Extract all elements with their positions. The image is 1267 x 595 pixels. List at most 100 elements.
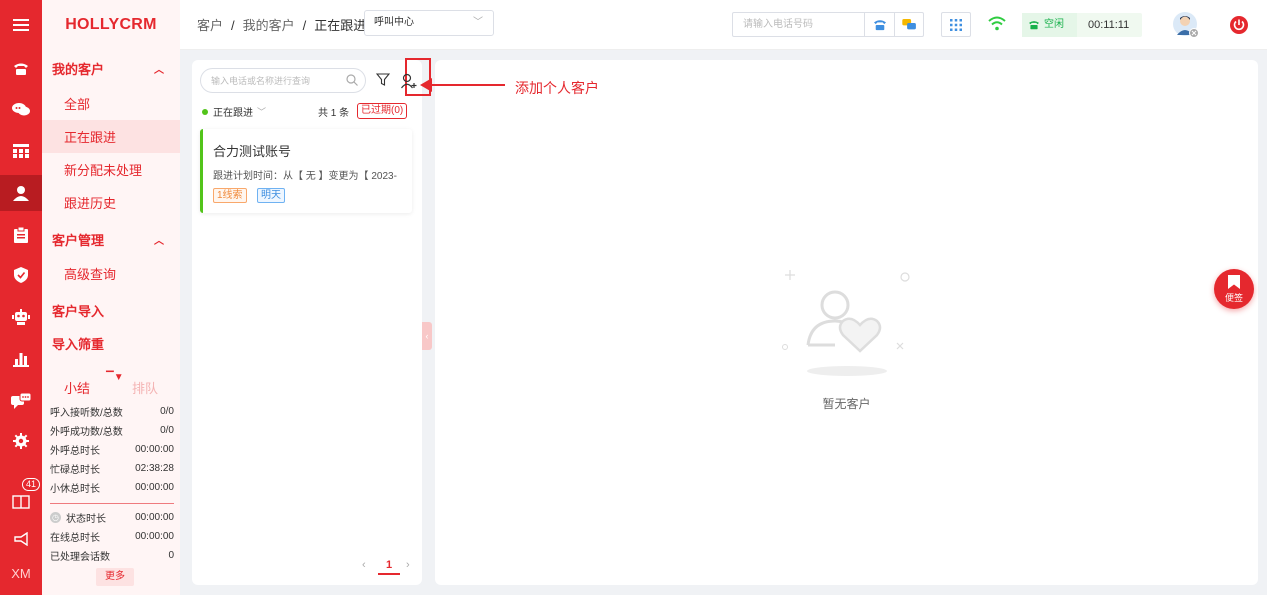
empty-customer-illustration <box>782 270 910 376</box>
avatar[interactable] <box>1173 12 1199 38</box>
clipboard-icon[interactable] <box>0 218 42 252</box>
channel-select[interactable]: 呼叫中心 ﹀ <box>364 10 494 36</box>
top-header: 客户 / 我的客户 / 正在跟进 呼叫中心 ﹀ 空闲 00:11:11 <box>180 0 1267 50</box>
stat-label: 忙碌总时长 <box>50 465 100 476</box>
page-number[interactable]: 1 <box>378 559 400 575</box>
breadcrumb-separator: / <box>302 18 307 33</box>
stat-row: 呼入接听数/总数 0/0 <box>50 402 174 421</box>
book-icon[interactable]: 41 <box>0 478 42 518</box>
stats-divider <box>50 503 174 504</box>
add-customer-icon[interactable] <box>401 73 417 89</box>
menu-icon[interactable] <box>0 8 42 42</box>
status-badge: 空闲 <box>1022 13 1077 37</box>
status-timer: 00:11:11 <box>1088 19 1130 31</box>
search-icon[interactable] <box>346 74 358 86</box>
stat-value: 0/0 <box>160 406 174 417</box>
message-icon[interactable] <box>0 384 42 418</box>
chevron-down-icon: ﹀ <box>473 17 483 28</box>
phone-dial-box <box>732 12 924 37</box>
next-page-icon[interactable]: › <box>406 559 410 571</box>
pagination: ‹ 1 › <box>362 559 410 575</box>
status-filter-dropdown[interactable]: 正在跟进 ﹀ <box>202 104 266 119</box>
customer-search-input[interactable] <box>201 69 341 92</box>
customer-name: 合力测试账号 <box>213 144 292 159</box>
customer-search <box>200 68 366 93</box>
wifi-icon <box>988 16 1006 31</box>
chat-bubbles-icon[interactable] <box>0 92 42 126</box>
tab-queue[interactable]: 排队 <box>132 378 158 397</box>
stat-label: 呼入接听数/总数 <box>50 408 123 419</box>
stat-value: 00:00:00 <box>135 531 174 542</box>
menu-group-my-customers[interactable]: 我的客户 ︿ <box>42 51 180 85</box>
stat-value: 00:00:00 <box>135 482 174 493</box>
stat-value: 0/0 <box>160 425 174 436</box>
sidebar-item-advanced-search[interactable]: 高级查询 <box>42 257 180 290</box>
chevron-up-icon: ︿ <box>154 236 164 247</box>
breadcrumb-item[interactable]: 客户 <box>197 18 223 33</box>
keypad-button[interactable] <box>941 12 971 37</box>
app-logo: HOLLYCRM <box>65 16 157 33</box>
customer-tag: 1线索 <box>213 188 247 203</box>
breadcrumb: 客户 / 我的客户 / 正在跟进 <box>197 15 366 34</box>
stat-value: 02:38:28 <box>135 463 174 474</box>
notification-badge: 41 <box>22 478 41 491</box>
drag-handle-icon[interactable]: ▔▼ <box>106 372 124 383</box>
chevron-down-icon: ﹀ <box>257 107 267 117</box>
menu-group-import-dedupe[interactable]: 导入筛重 <box>42 326 180 360</box>
stat-row: 已处理会话数 0 <box>50 546 174 565</box>
stat-label: 小休总时长 <box>50 484 100 495</box>
customer-tag: 明天 <box>257 188 285 203</box>
stat-row: ◷ 状态时长 00:00:00 <box>50 508 174 527</box>
sidebar-item-all[interactable]: 全部 <box>42 87 180 120</box>
prev-page-icon[interactable]: ‹ <box>362 559 366 571</box>
robot-icon[interactable] <box>0 300 42 334</box>
sidebar-item-follow-history[interactable]: 跟进历史 <box>42 186 180 219</box>
clock-icon: ◷ <box>50 512 61 523</box>
empty-state-text: 暂无客户 <box>822 397 871 411</box>
phone-number-input[interactable] <box>733 13 864 36</box>
expired-filter-button[interactable]: 已过期(0) <box>357 103 408 119</box>
breadcrumb-item[interactable]: 我的客户 <box>243 18 295 33</box>
chat-button[interactable] <box>894 13 924 36</box>
menu-group-customer-management[interactable]: 客户管理 ︿ <box>42 222 180 256</box>
megaphone-icon[interactable] <box>0 522 42 556</box>
shield-icon[interactable] <box>0 258 42 292</box>
chevron-up-icon: ︿ <box>154 65 164 76</box>
stat-label: 外呼成功数/总数 <box>50 427 123 438</box>
menu-group-customer-import[interactable]: 客户导入 <box>42 293 180 327</box>
annotation-arrow-line <box>425 84 505 86</box>
user-icon[interactable] <box>0 175 42 211</box>
collapse-panel-icon[interactable]: ‹ <box>422 322 432 350</box>
sticky-note-button[interactable]: 便签 <box>1214 269 1254 309</box>
rail-footer-label: XM <box>11 566 31 581</box>
stat-row: 外呼总时长 00:00:00 <box>50 440 174 459</box>
stat-value: 00:00:00 <box>135 512 174 523</box>
sidebar-item-following[interactable]: 正在跟进 <box>42 120 180 153</box>
grid-icon[interactable] <box>0 134 42 168</box>
more-button[interactable]: 更多 <box>96 568 134 586</box>
menu-group-label: 我的客户 <box>52 61 105 77</box>
keypad-icon <box>950 18 962 31</box>
list-count: 共 1 条 <box>318 108 350 119</box>
annotation-label: 添加个人客户 <box>515 80 599 96</box>
stat-value: 0 <box>168 550 174 561</box>
stat-label: 在线总时长 <box>50 533 100 544</box>
sidebar-item-new-assigned[interactable]: 新分配未处理 <box>42 153 180 186</box>
telephone-icon <box>1029 21 1039 30</box>
gear-icon[interactable] <box>0 424 42 458</box>
customer-list-panel: 正在跟进 ﹀ 共 1 条 已过期(0) 合力测试账号 跟进计划时间：从【 无 】… <box>192 58 431 585</box>
power-icon[interactable] <box>1230 16 1248 34</box>
tab-summary[interactable]: 小结 <box>64 378 90 397</box>
status-filter-label: 正在跟进 <box>213 108 253 119</box>
stat-label: 外呼总时长 <box>50 446 100 457</box>
customer-card[interactable]: 合力测试账号 跟进计划时间：从【 无 】变更为【 2023- 1线索 明天 <box>200 129 412 213</box>
dial-button[interactable] <box>864 13 894 36</box>
agent-status[interactable]: 空闲 00:11:11 <box>1022 13 1142 37</box>
telephone-icon <box>873 19 886 30</box>
menu-group-label: 客户管理 <box>52 232 105 248</box>
icon-rail: 41 XM <box>0 0 42 595</box>
filter-icon[interactable] <box>376 73 390 87</box>
telephone-icon[interactable] <box>0 52 42 86</box>
bookmark-icon <box>1228 275 1240 289</box>
bar-chart-icon[interactable] <box>0 342 42 376</box>
